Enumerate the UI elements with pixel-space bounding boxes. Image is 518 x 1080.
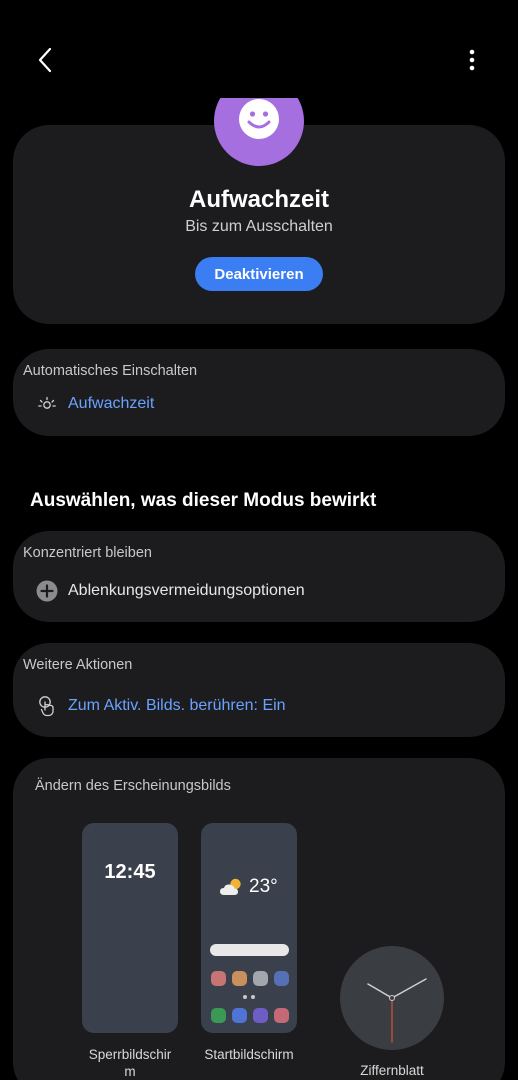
lock-screen-label: Sperrbildschir m: [72, 1046, 188, 1080]
lock-screen-clock: 12:45: [104, 861, 156, 883]
home-weather: 23°: [219, 875, 278, 899]
distraction-options-item[interactable]: Ablenkungsvermeidungsoptionen: [30, 575, 490, 607]
mode-icon-badge: [214, 98, 304, 166]
auto-on-item-label: Aufwachzeit: [68, 395, 155, 412]
tap-to-wake-label: Zum Aktiv. Bilds. berühren: Ein: [68, 697, 286, 714]
watch-face-thumbnail[interactable]: [340, 946, 444, 1050]
watch-face-label: Ziffernblatt: [360, 1063, 424, 1078]
app-icon: [253, 1008, 268, 1023]
focus-label: Konzentriert bleiben: [23, 545, 152, 561]
more-actions-label: Weitere Aktionen: [23, 657, 133, 673]
analog-clock-icon: [367, 978, 427, 1043]
home-temperature: 23°: [249, 876, 278, 897]
auto-on-item[interactable]: Aufwachzeit: [30, 390, 490, 420]
back-button[interactable]: [26, 40, 66, 80]
auto-on-label: Automatisches Einschalten: [23, 363, 198, 379]
deactivate-button[interactable]: Deaktivieren: [195, 257, 323, 291]
add-circle-icon: [36, 580, 58, 602]
page-indicator-dot: [243, 995, 247, 999]
section-heading: Auswählen, was dieser Modus bewirkt: [30, 490, 377, 511]
more-vert-icon: [469, 49, 475, 71]
mode-title: Aufwachzeit: [188, 186, 329, 213]
mode-subtitle: Bis zum Ausschalten: [185, 218, 333, 235]
page-indicator-dot: [251, 995, 255, 999]
distraction-options-label: Ablenkungsvermeidungsoptionen: [68, 582, 305, 599]
touch-icon: [39, 696, 54, 717]
sunrise-icon: [38, 396, 56, 409]
lock-screen-thumbnail[interactable]: 12:45: [82, 823, 178, 1033]
appearance-label: Ändern des Erscheinungsbilds: [35, 778, 231, 794]
app-icon: [274, 1008, 289, 1023]
app-icon: [211, 971, 226, 986]
home-screen-label: Startbildschirm: [204, 1047, 294, 1062]
app-icon: [232, 971, 247, 986]
tap-to-wake-item[interactable]: Zum Aktiv. Bilds. berühren: Ein: [30, 690, 490, 722]
app-icon: [232, 1008, 247, 1023]
lock-screen-label-line1: Sperrbildschir: [88, 1047, 172, 1062]
app-icon: [274, 971, 289, 986]
lock-screen-label-line2: m: [124, 1064, 136, 1079]
app-icon: [211, 1008, 226, 1023]
smiley-face-icon: [239, 99, 279, 139]
home-search-bar: [210, 944, 289, 956]
chevron-left-icon: [38, 47, 52, 73]
home-screen-thumbnail[interactable]: 23°: [201, 823, 297, 1033]
app-icon: [253, 971, 268, 986]
more-options-button[interactable]: [452, 40, 492, 80]
partly-cloudy-icon: [220, 878, 241, 895]
